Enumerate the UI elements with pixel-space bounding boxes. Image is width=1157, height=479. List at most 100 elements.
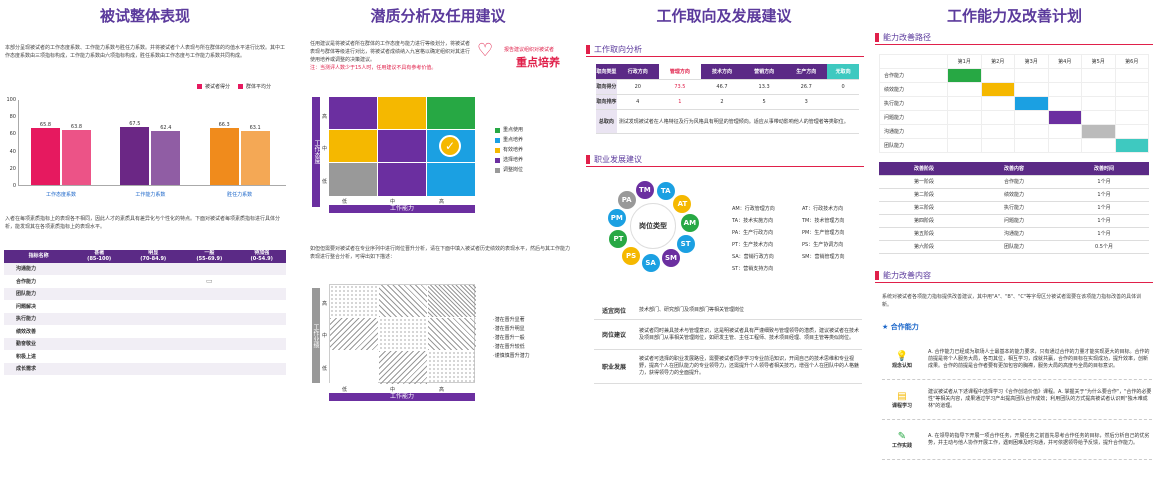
legend-item: 调整岗位 xyxy=(495,165,523,175)
plan-header: 改善阶段 xyxy=(879,162,969,176)
y2-low: 低 xyxy=(322,366,328,372)
table-row: 执行能力 xyxy=(4,312,286,325)
perf-axis-label: 工作业绩 xyxy=(312,288,320,383)
bar-group xyxy=(62,130,91,185)
item-label: 观念认知 xyxy=(891,362,912,369)
item-text: A. 合作能力已经成为职场人士最基本的能力要求，只有通过合作的力量才能实现更大的… xyxy=(928,349,1150,369)
panel-title: 工作取向及发展建议 xyxy=(656,7,792,25)
item-text: A. 在领导的指导下开展一项合作任务，开展任务之前首先思考合作任务的目标，然后分… xyxy=(928,432,1150,446)
category-label: 工作态度系数 xyxy=(45,192,76,198)
plan-cell: 0.5个月 xyxy=(1059,240,1149,254)
legend-item: 重点培养 xyxy=(495,135,523,145)
content-item: ▤ 课程学习 建议被试者从下述课程中选择学习《合作创造价值》课程。A. 掌握关于"为… xyxy=(882,380,1152,420)
section-career: 职业发展建议 xyxy=(586,154,642,165)
row-name: 执行能力 xyxy=(4,312,74,325)
total-label: 总取向 xyxy=(596,109,617,134)
row-name: 团队能力 xyxy=(4,287,74,300)
y-level-mid: 中 xyxy=(322,146,328,152)
orientation-table: 取向类型 行政方向 管理方向 技术方向 营销方向 生产方向 无取向 取向得分 20 73.5 46… xyxy=(596,64,859,134)
content-items: 💡 观念认知 A. 合作能力已经成为职场人士最基本的能力要求，只有通过合作的力量才能… xyxy=(882,340,1152,460)
bar-label: 63.8 xyxy=(70,124,83,131)
code-item: TM：技术管理方向 xyxy=(802,218,845,224)
row-label: 岗位建议 xyxy=(601,332,626,339)
code-item: TA：技术实施方向 xyxy=(732,218,774,224)
col-header: 技术方向 xyxy=(700,64,744,80)
table-header: 一般 (55-69.9) xyxy=(181,250,238,263)
y2-mid: 中 xyxy=(322,333,328,339)
x2-high: 高 xyxy=(439,387,445,393)
book-icon: ▤ xyxy=(897,390,907,402)
legend-item: ·潜在晋升较低 xyxy=(493,344,525,350)
gantt-label: 绩效能力 xyxy=(879,82,948,97)
panel-title: 工作能力及改善计划 xyxy=(946,7,1082,25)
badge-main: 重点培养 xyxy=(516,56,560,69)
table-row: 取向排序 4 1 2 5 3 xyxy=(596,94,859,110)
link-icon: ▭ xyxy=(206,277,213,286)
gantt-row: 团队能力 xyxy=(879,138,1149,153)
legend-item: ·潜在晋升一般 xyxy=(493,335,525,341)
table-row: 取向得分 20 73.5 46.7 13.3 26.7 0 xyxy=(596,79,859,95)
code-item: PM：生产管理方向 xyxy=(802,230,845,236)
bar-self xyxy=(120,126,150,185)
bar-label: 65.8 xyxy=(39,122,52,129)
cell: 取向得分 xyxy=(596,79,617,95)
promotion-grid xyxy=(329,284,476,384)
panel-title: 潜质分析及任用建议 xyxy=(370,7,506,25)
row-name: 沟通能力 xyxy=(4,262,74,275)
table-row: 合作能力 ▭ xyxy=(4,275,286,288)
gantt-label: 执行能力 xyxy=(879,96,948,111)
bar-self xyxy=(209,127,239,185)
gantt-row: 沟通能力 xyxy=(879,124,1149,139)
plan-cell: 第四阶段 xyxy=(879,214,969,228)
cell: 取向排序 xyxy=(596,94,617,110)
y-tick: 40 xyxy=(9,148,16,155)
row-name: 问题解决 xyxy=(16,303,37,310)
col-header: 行政方向 xyxy=(616,64,659,80)
practice-icon: ✎ xyxy=(897,430,907,442)
row-text: 被试者可选择的职业发展路径，需要被试者同步学习专业前沿知识，开阔自己的技术思维和… xyxy=(639,356,860,376)
y-tick: 60 xyxy=(9,131,16,138)
nine-grid: ✓ xyxy=(329,97,475,196)
gantt-row: 执行能力 xyxy=(879,96,1149,111)
legend-item: 有效培养 xyxy=(495,145,523,155)
job-type-wheel: 岗位类型 TA AT AM ST SM SA PS PT PM PA TM xyxy=(603,176,703,276)
y-tick: 100 xyxy=(6,97,16,103)
lightbulb-icon: 💡 xyxy=(895,350,909,362)
category-label: 工作能力系数 xyxy=(135,192,166,198)
wheel-node: ST xyxy=(676,234,695,253)
x-axis-label: 工作能力 xyxy=(329,205,475,213)
wheel-node: AT xyxy=(673,194,692,213)
plan-header: 改善内容 xyxy=(969,162,1059,176)
item-icon-box: ✎ 工作实践 xyxy=(882,431,922,449)
wheel-node: PT xyxy=(609,230,628,249)
item-text: 建议被试者从下述课程中选择学习《合作创造价值》课程。A. 掌握关于"为什么要合作… xyxy=(928,389,1152,409)
plan-cell: 团队能力 xyxy=(969,240,1059,254)
table-header: 指标名称 xyxy=(4,250,74,263)
bar-label: 62.4 xyxy=(160,125,172,132)
plan-cell: 1个月 xyxy=(1059,214,1149,228)
code-item: SM：营销管理方向 xyxy=(802,254,845,260)
table-row: 勤奋敬业 xyxy=(4,337,286,350)
cell: 73.5 xyxy=(658,79,701,95)
code-item: PS：生产协调方向 xyxy=(802,242,844,248)
y-tick: 0 xyxy=(12,183,16,189)
row-name: 成长需求 xyxy=(4,362,74,375)
table-row: 积极上进 xyxy=(4,350,286,363)
code-item: ST：营销支持方向 xyxy=(732,266,774,272)
gantt-row: 绩效能力 xyxy=(879,82,1149,97)
improvement-gantt: 第1月 第2月 第3月 第4月 第5月 第6月 合作能力 绩效能力 执行能力 问题能力 沟通能力团… xyxy=(879,54,1149,153)
col-header: 营销方向 xyxy=(743,64,786,80)
item-label: 课程学习 xyxy=(891,402,912,409)
wheel-node: TM xyxy=(635,180,654,199)
y-axis-label: 工作态度 xyxy=(312,97,320,207)
table-row: 沟通能力 xyxy=(4,262,286,275)
row-label: 适宜岗位 xyxy=(601,308,626,315)
plan-row: 第一阶段 合作能力 1个月 xyxy=(879,175,1149,189)
col-header: 管理方向 xyxy=(658,64,701,80)
desc-text: 入者在每项素质指标上的表现各不相同，因此人才的素质具有差异化与个性化的特点。下面… xyxy=(5,216,281,230)
gantt-bar xyxy=(1114,138,1149,153)
bar-group xyxy=(151,131,181,185)
row-name: 积极上进 xyxy=(16,353,37,360)
plan-cell: 1个月 xyxy=(1059,175,1149,189)
legend-item: ·潜在晋升显著 xyxy=(493,317,525,323)
